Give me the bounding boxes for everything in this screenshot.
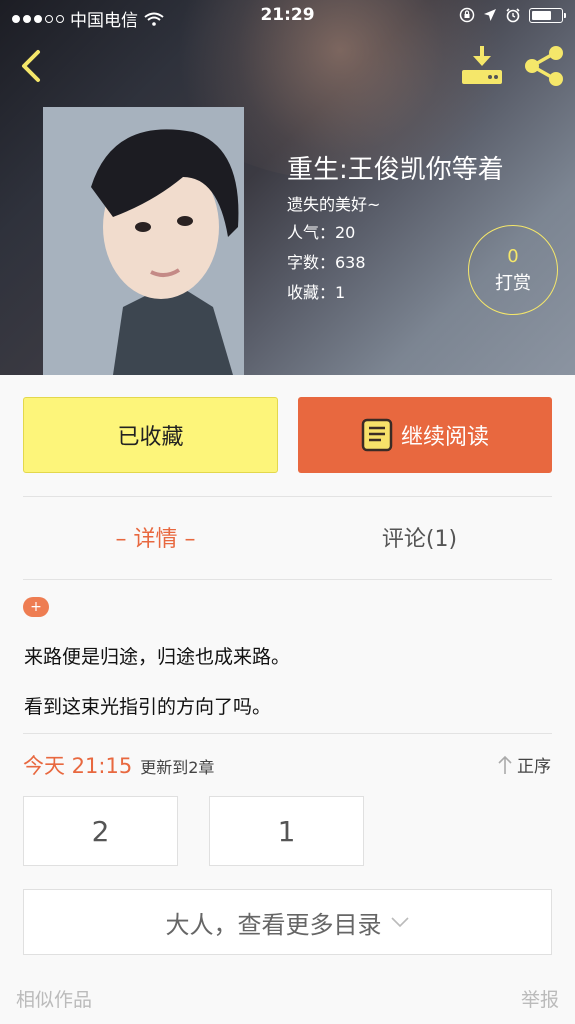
more-chapters-button[interactable]: 大人，查看更多目录 <box>23 889 552 955</box>
favorited-button[interactable]: 已收藏 <box>23 397 278 473</box>
share-icon[interactable] <box>522 44 566 88</box>
book-title: 重生:王俊凯你等着 <box>287 155 504 185</box>
continue-reading-label: 继续阅读 <box>400 425 489 450</box>
update-info: 今天 21:15 更新到2章 <box>23 750 214 780</box>
alarm-icon <box>506 8 520 23</box>
book-icon <box>361 418 393 452</box>
reward-button[interactable]: 0 打赏 <box>468 225 558 315</box>
chevron-down-icon <box>390 917 409 928</box>
favorited-label: 已收藏 <box>117 425 184 450</box>
similar-works-label: 相似作品 <box>16 989 93 1011</box>
expand-tag-button[interactable]: + <box>23 597 49 617</box>
download-icon[interactable] <box>460 44 504 86</box>
divider <box>23 733 552 734</box>
book-author[interactable]: 遗失的美好~ <box>287 192 504 218</box>
arrow-up-icon <box>498 755 512 774</box>
status-bar: 中国电信 21:29 <box>0 0 575 32</box>
location-icon <box>484 9 496 21</box>
more-chapters-label: 大人，查看更多目录 <box>165 910 382 939</box>
tab-comments[interactable]: 评论(1) <box>287 520 552 560</box>
sort-order-label: 正序 <box>517 757 551 777</box>
divider <box>23 496 552 497</box>
battery-icon <box>529 7 566 23</box>
description-line: 来路便是归途，归途也成来路。 <box>24 646 291 668</box>
reward-count: 0 <box>507 246 519 267</box>
back-button[interactable] <box>14 46 46 86</box>
sort-order-button[interactable]: 正序 <box>497 752 551 777</box>
divider <box>23 579 552 580</box>
orientation-lock-icon <box>459 7 475 23</box>
reward-label: 打赏 <box>495 273 531 294</box>
tab-detail[interactable]: – 详情 – <box>23 520 288 560</box>
book-cover-image[interactable] <box>43 107 244 375</box>
update-time: 今天 21:15 <box>23 754 133 778</box>
chapter-button[interactable]: 2 <box>23 796 178 866</box>
book-header: 中国电信 21:29 重生:王俊凯你等着 遗失的美好~ 人气：20 字数：638… <box>0 0 575 375</box>
popularity-stat: 人气：20 <box>287 223 356 242</box>
continue-reading-button[interactable]: 继续阅读 <box>298 397 552 473</box>
description-line: 看到这束光指引的方向了吗。 <box>24 696 272 718</box>
report-link[interactable]: 举报 <box>521 985 559 1012</box>
update-text: 更新到2章 <box>140 758 215 777</box>
chapter-button[interactable]: 1 <box>209 796 364 866</box>
chapter-label: 2 <box>91 814 110 848</box>
chapter-label: 1 <box>277 814 296 848</box>
